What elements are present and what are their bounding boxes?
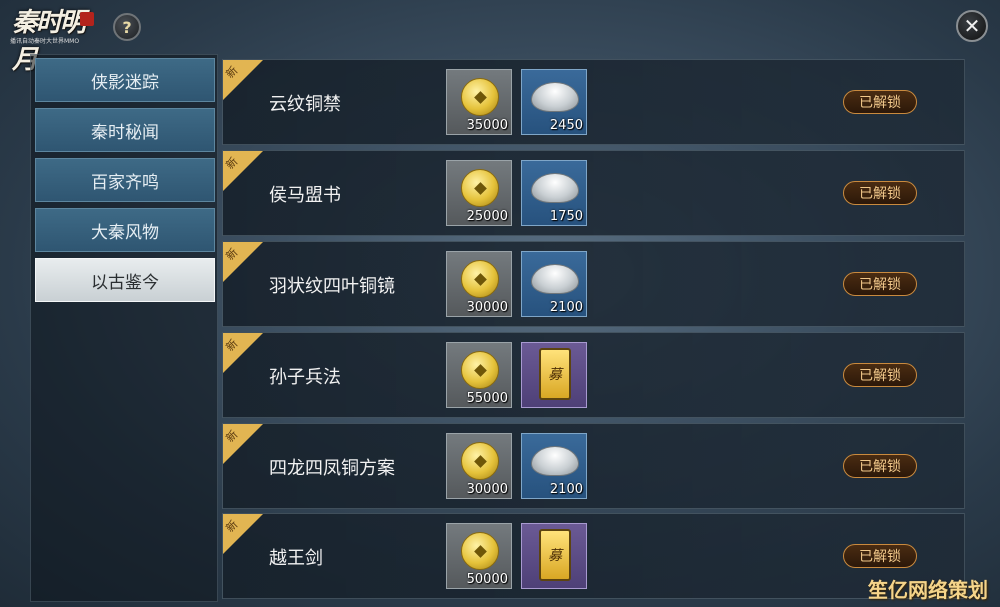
tab-xiaying-mizong[interactable]: 侠影迷踪 [35, 58, 215, 102]
item-name: 四龙四凤铜方案 [269, 458, 395, 479]
coin-cost: 55000 [466, 391, 508, 406]
tab-daqin-fengwu[interactable]: 大秦风物 [35, 208, 215, 252]
logo-subtitle: 播讯自动秦时大世界MMO [10, 38, 80, 45]
tab-yigu-jianjin[interactable]: 以古鉴今 [35, 258, 215, 302]
copper-coin-icon [461, 169, 499, 207]
silver-ingot-icon [531, 82, 579, 112]
coin-cost: 30000 [466, 482, 508, 497]
coin-cost-slot[interactable]: 55000 [446, 342, 512, 408]
item-name: 云纹铜禁 [269, 94, 341, 115]
unlocked-badge: 已解锁 [843, 544, 917, 568]
tab-baijia-qiming[interactable]: 百家齐鸣 [35, 158, 215, 202]
help-button[interactable]: ? [113, 13, 141, 41]
ingot-cost-slot[interactable]: 1750 [521, 160, 587, 226]
coin-cost-slot[interactable]: 30000 [446, 433, 512, 499]
new-label: 新 [223, 517, 241, 535]
recruit-token-icon: 募 [539, 348, 571, 400]
coin-cost-slot[interactable]: 30000 [446, 251, 512, 317]
unlocked-badge: 已解锁 [843, 90, 917, 114]
coin-cost: 50000 [466, 572, 508, 587]
collection-item-row[interactable]: 新 孙子兵法 55000 募 已解锁 [222, 332, 965, 418]
ingot-cost: 2100 [549, 482, 583, 497]
silver-ingot-icon [531, 446, 579, 476]
coin-cost: 35000 [466, 118, 508, 133]
coin-cost: 25000 [466, 209, 508, 224]
ingot-cost-slot[interactable]: 2100 [521, 433, 587, 499]
top-bar: 秦时明月 播讯自动秦时大世界MMO ? ✕ [0, 0, 1000, 75]
unlocked-badge: 已解锁 [843, 272, 917, 296]
tab-qinshi-miwen[interactable]: 秦时秘闻 [35, 108, 215, 152]
token-slot[interactable]: 募 [521, 523, 587, 589]
ingot-cost: 2100 [549, 300, 583, 315]
token-slot[interactable]: 募 [521, 342, 587, 408]
logo-seal-icon [80, 12, 94, 26]
ingot-cost: 2450 [549, 118, 583, 133]
coin-cost-slot[interactable]: 50000 [446, 523, 512, 589]
ingot-cost-slot[interactable]: 2450 [521, 69, 587, 135]
copper-coin-icon [461, 442, 499, 480]
item-name: 羽状纹四叶铜镜 [269, 276, 395, 297]
coin-cost: 30000 [466, 300, 508, 315]
collection-item-row[interactable]: 新 羽状纹四叶铜镜 30000 2100 已解锁 [222, 241, 965, 327]
collection-item-row[interactable]: 新 云纹铜禁 35000 2450 已解锁 [222, 59, 965, 145]
unlocked-badge: 已解锁 [843, 181, 917, 205]
category-sidebar: 侠影迷踪 秦时秘闻 百家齐鸣 大秦风物 以古鉴今 [30, 54, 218, 602]
recruit-token-icon: 募 [539, 529, 571, 581]
ingot-cost-slot[interactable]: 2100 [521, 251, 587, 317]
new-label: 新 [223, 427, 241, 445]
watermark: 笙亿网络策划 [868, 578, 988, 602]
new-label: 新 [223, 245, 241, 263]
item-name: 侯马盟书 [269, 185, 341, 206]
new-label: 新 [223, 336, 241, 354]
new-ribbon: 新 [223, 151, 263, 191]
new-ribbon: 新 [223, 242, 263, 282]
new-ribbon: 新 [223, 333, 263, 373]
game-logo: 秦时明月 播讯自动秦时大世界MMO [8, 2, 98, 75]
copper-coin-icon [461, 78, 499, 116]
copper-coin-icon [461, 260, 499, 298]
copper-coin-icon [461, 532, 499, 570]
new-label: 新 [223, 63, 241, 81]
unlocked-badge: 已解锁 [843, 454, 917, 478]
unlocked-badge: 已解锁 [843, 363, 917, 387]
coin-cost-slot[interactable]: 25000 [446, 160, 512, 226]
copper-coin-icon [461, 351, 499, 389]
new-ribbon: 新 [223, 514, 263, 554]
silver-ingot-icon [531, 264, 579, 294]
new-label: 新 [223, 154, 241, 172]
close-button[interactable]: ✕ [956, 10, 988, 42]
collection-item-row[interactable]: 新 四龙四凤铜方案 30000 2100 已解锁 [222, 423, 965, 509]
new-ribbon: 新 [223, 60, 263, 100]
collection-item-row[interactable]: 新 侯马盟书 25000 1750 已解锁 [222, 150, 965, 236]
coin-cost-slot[interactable]: 35000 [446, 69, 512, 135]
collection-item-row[interactable]: 新 越王剑 50000 募 已解锁 [222, 513, 965, 599]
silver-ingot-icon [531, 173, 579, 203]
item-name: 越王剑 [269, 548, 323, 569]
item-name: 孙子兵法 [269, 367, 341, 388]
ingot-cost: 1750 [549, 209, 583, 224]
new-ribbon: 新 [223, 424, 263, 464]
